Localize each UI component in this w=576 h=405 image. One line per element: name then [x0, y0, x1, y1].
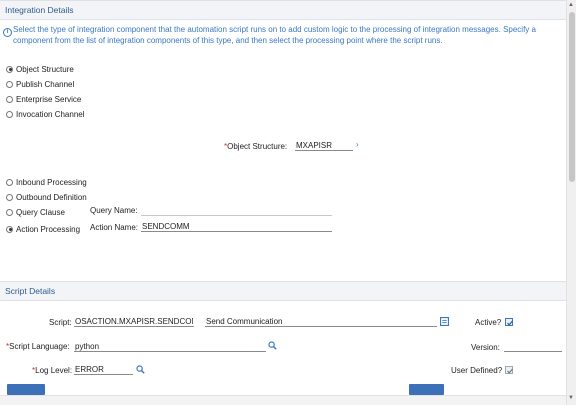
magnifier-icon[interactable] [136, 365, 145, 374]
version-label: Version: [471, 343, 500, 352]
check-icon [507, 320, 513, 326]
object-structure-label: *Object Structure: [224, 142, 287, 151]
scroll-up-icon[interactable]: ▲ [568, 2, 574, 8]
radio-inbound-processing[interactable]: Inbound Processing [6, 176, 87, 188]
radio-object-structure[interactable]: Object Structure [6, 63, 74, 75]
radio-invocation-channel[interactable]: Invocation Channel [6, 108, 85, 120]
check-icon [507, 368, 513, 374]
script-label: Script: [49, 318, 72, 327]
radio-button[interactable] [6, 95, 13, 103]
radio-enterprise-service[interactable]: Enterprise Service [6, 93, 81, 105]
integration-info-text: Select the type of integration component… [13, 25, 536, 45]
integration-details-header: Integration Details [0, 0, 566, 20]
radio-label: Query Clause [16, 207, 65, 217]
long-description-icon[interactable] [440, 317, 449, 326]
active-label: Active? [475, 318, 502, 327]
integration-details-title: Integration Details [5, 5, 74, 15]
script-name-input[interactable] [74, 316, 194, 327]
radio-button[interactable] [6, 208, 13, 216]
action-name-input[interactable] [141, 221, 332, 232]
radio-label: Action Processing [16, 224, 81, 234]
log-level-label-text: Log Level: [35, 366, 73, 375]
script-description-input[interactable] [205, 316, 437, 327]
script-language-input[interactable] [74, 341, 266, 352]
log-level-input[interactable] [74, 364, 133, 375]
info-icon: i [3, 28, 12, 37]
action-name-label: Action Name: [90, 223, 139, 232]
horizontal-scrollbar[interactable] [0, 395, 566, 405]
log-level-label: *Log Level: [32, 366, 72, 375]
bottom-right-button[interactable] [409, 384, 444, 395]
script-language-label-text: Script Language: [9, 342, 70, 351]
radio-button[interactable] [6, 178, 13, 186]
radio-label: Invocation Channel [16, 109, 85, 119]
radio-outbound-definition[interactable]: Outbound Definition [6, 191, 87, 203]
radio-label: Object Structure [16, 64, 74, 74]
script-details-title: Script Details [5, 286, 56, 296]
bottom-left-button[interactable] [7, 384, 45, 395]
radio-publish-channel[interactable]: Publish Channel [6, 78, 74, 90]
object-structure-input[interactable] [295, 140, 353, 151]
query-name-label: Query Name: [90, 206, 138, 215]
version-input[interactable] [504, 341, 562, 352]
script-details-header: Script Details [0, 281, 566, 301]
magnifier-icon[interactable] [268, 341, 277, 350]
vertical-scrollbar[interactable]: ▲ ▼ [566, 0, 576, 405]
radio-button[interactable] [6, 110, 13, 118]
radio-button[interactable] [6, 225, 13, 233]
radio-label: Inbound Processing [16, 177, 87, 187]
object-structure-label-text: Object Structure: [227, 142, 288, 151]
radio-label: Enterprise Service [16, 94, 82, 104]
query-name-input[interactable] [141, 205, 332, 216]
radio-label: Publish Channel [16, 79, 75, 89]
user-defined-checkbox[interactable] [505, 366, 513, 374]
radio-button[interactable] [6, 193, 13, 201]
chevron-right-icon[interactable]: › [356, 140, 359, 149]
user-defined-label: User Defined? [451, 366, 503, 375]
scroll-thumb[interactable] [569, 12, 575, 182]
script-language-label: *Script Language: [6, 342, 70, 351]
radio-button[interactable] [6, 80, 13, 88]
active-checkbox[interactable] [505, 318, 513, 326]
scroll-down-icon[interactable]: ▼ [568, 395, 574, 401]
radio-action-processing[interactable]: Action Processing [6, 223, 80, 235]
radio-button[interactable] [6, 65, 13, 73]
radio-label: Outbound Definition [16, 192, 87, 202]
radio-query-clause[interactable]: Query Clause [6, 206, 65, 218]
